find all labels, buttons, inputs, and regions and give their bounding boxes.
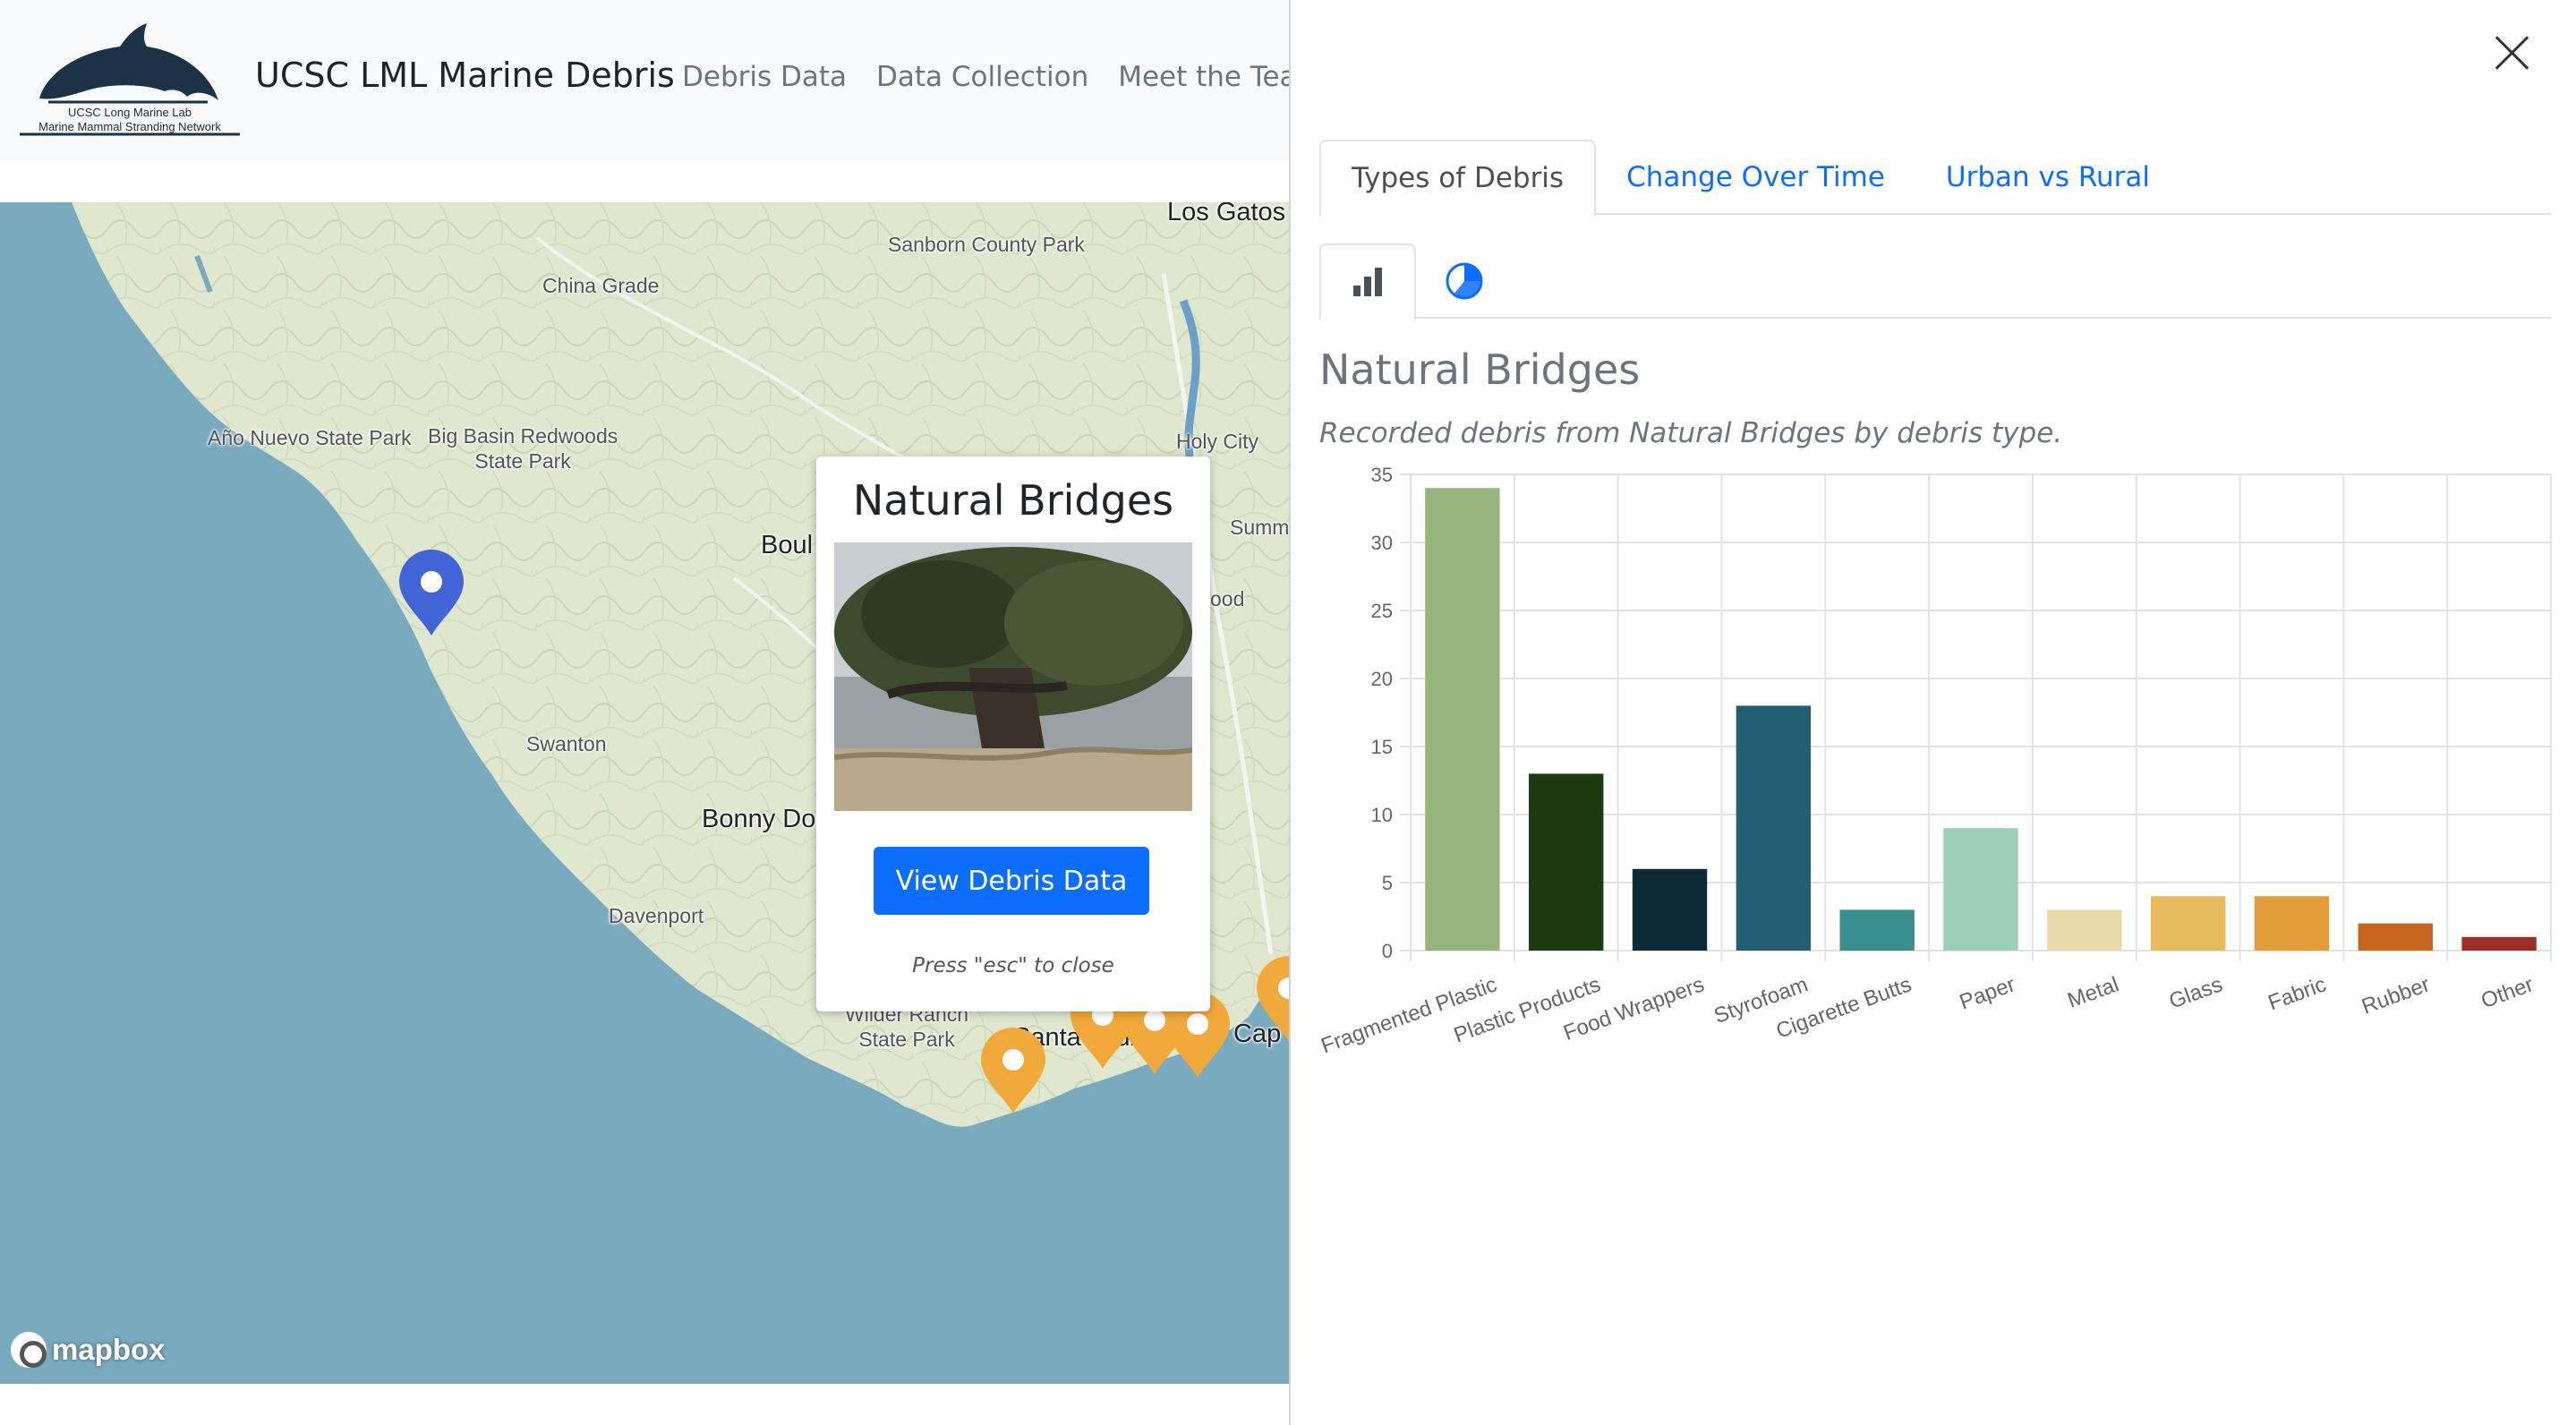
tab-bar-chart[interactable] <box>1319 243 1416 320</box>
chart-type-tabs <box>1319 243 2551 320</box>
nav-link-data-collection[interactable]: Data Collection <box>876 61 1088 93</box>
y-tick-label: 15 <box>1371 736 1393 758</box>
mapbox-attribution[interactable]: mapbox <box>11 1332 166 1368</box>
nav-link-debris-data[interactable]: Debris Data <box>682 61 847 93</box>
x-tick-label: Paper <box>1957 972 2018 1014</box>
label-big-basin: Big Basin Redwoods State Park <box>428 424 618 474</box>
map-marker[interactable] <box>977 1026 1049 1115</box>
navbar: UCSC Long Marine Lab Marine Mammal Stran… <box>0 0 1324 159</box>
tab-change-over-time[interactable]: Change Over Time <box>1596 140 1915 215</box>
label-los-gatos: Los Gatos <box>1167 202 1286 226</box>
bar-metal[interactable] <box>2047 909 2122 951</box>
map-marker-selected[interactable] <box>396 548 467 637</box>
main-nav: Debris Data Data Collection Meet the Tea… <box>682 61 1324 93</box>
bar-cigarette-butts[interactable] <box>1839 909 1915 951</box>
bar-fragmented-plastic[interactable] <box>1425 488 1500 951</box>
debris-tabs: Types of Debris Change Over Time Urban v… <box>1319 140 2551 217</box>
chart-subtitle: Recorded debris from Natural Bridges by … <box>1319 417 2063 449</box>
popup-hint: Press "esc" to close <box>912 954 1114 977</box>
tab-urban-vs-rural[interactable]: Urban vs Rural <box>1915 140 2180 215</box>
dolphin-logo[interactable]: UCSC Long Marine Lab Marine Mammal Stran… <box>13 20 247 136</box>
bar-chart-icon <box>1353 268 1382 296</box>
bar-styrofoam[interactable] <box>1736 705 1812 951</box>
y-tick-label: 5 <box>1382 872 1393 894</box>
mapbox-icon <box>11 1332 47 1368</box>
y-tick-label: 20 <box>1371 668 1393 690</box>
location-popup: Natural Bridges View Debris Data Press "… <box>816 457 1210 1011</box>
brand-title[interactable]: UCSC LML Marine Debris <box>255 55 675 95</box>
y-tick-label: 10 <box>1371 804 1393 826</box>
logo-text-line1: UCSC Long Marine Lab <box>68 106 192 119</box>
debris-offcanvas: Types of Debris Change Over Time Urban v… <box>1289 0 2576 1425</box>
label-ano-nuevo: Año Nuevo State Park <box>208 426 412 449</box>
x-tick-label: Other <box>2478 972 2537 1013</box>
label-bonny-doon: Bonny Doo <box>702 805 831 833</box>
x-tick-label: Metal <box>2064 972 2121 1012</box>
label-summit: Summ <box>1230 516 1289 539</box>
debris-bar-chart[interactable]: 05101520253035Fragmented PlasticPlastic … <box>1312 457 2565 1083</box>
chart-title: Natural Bridges <box>1319 346 1641 394</box>
label-holy-city: Holy City <box>1176 430 1259 453</box>
location-photo <box>834 542 1192 811</box>
bar-glass[interactable] <box>2150 896 2226 951</box>
label-davenport: Davenport <box>609 904 704 927</box>
pie-chart-icon <box>1446 262 1483 300</box>
label-wilder-ranch-line2: State Park <box>858 1027 955 1051</box>
x-tick-label: Fabric <box>2265 972 2330 1015</box>
label-wood: ood <box>1210 587 1245 610</box>
x-tick-label: Glass <box>2166 972 2226 1013</box>
label-boulder-creek: Boul <box>761 531 814 559</box>
bar-other[interactable] <box>2461 936 2537 951</box>
y-tick-label: 0 <box>1382 940 1393 962</box>
tab-types-of-debris[interactable]: Types of Debris <box>1319 140 1597 217</box>
map-marker[interactable] <box>1253 954 1289 1044</box>
label-swanton: Swanton <box>526 732 607 755</box>
label-big-basin-line2: State Park <box>474 448 571 473</box>
tab-pie-chart[interactable] <box>1416 243 1513 319</box>
bar-food-wrappers[interactable] <box>1632 868 1708 951</box>
label-sanborn-park: Sanborn County Park <box>888 233 1085 256</box>
view-debris-data-button[interactable]: View Debris Data <box>874 847 1149 915</box>
close-icon[interactable] <box>2494 34 2531 72</box>
logo-text-line2: Marine Mammal Stranding Network <box>38 120 221 133</box>
mapbox-wordmark: mapbox <box>52 1333 166 1366</box>
bar-plastic-products[interactable] <box>1529 773 1604 951</box>
bar-rubber[interactable] <box>2358 923 2433 951</box>
y-tick-label: 25 <box>1371 600 1393 622</box>
x-tick-label: Fragmented Plastic <box>1318 972 1500 1058</box>
label-big-basin-line1: Big Basin Redwoods <box>428 424 618 448</box>
bar-paper[interactable] <box>1943 828 2018 951</box>
bar-fabric[interactable] <box>2254 896 2330 951</box>
popup-title: Natural Bridges <box>852 476 1174 525</box>
y-tick-label: 35 <box>1371 464 1393 486</box>
x-tick-label: Rubber <box>2358 972 2433 1019</box>
y-tick-label: 30 <box>1371 532 1393 554</box>
label-china-grade: China Grade <box>542 274 660 297</box>
